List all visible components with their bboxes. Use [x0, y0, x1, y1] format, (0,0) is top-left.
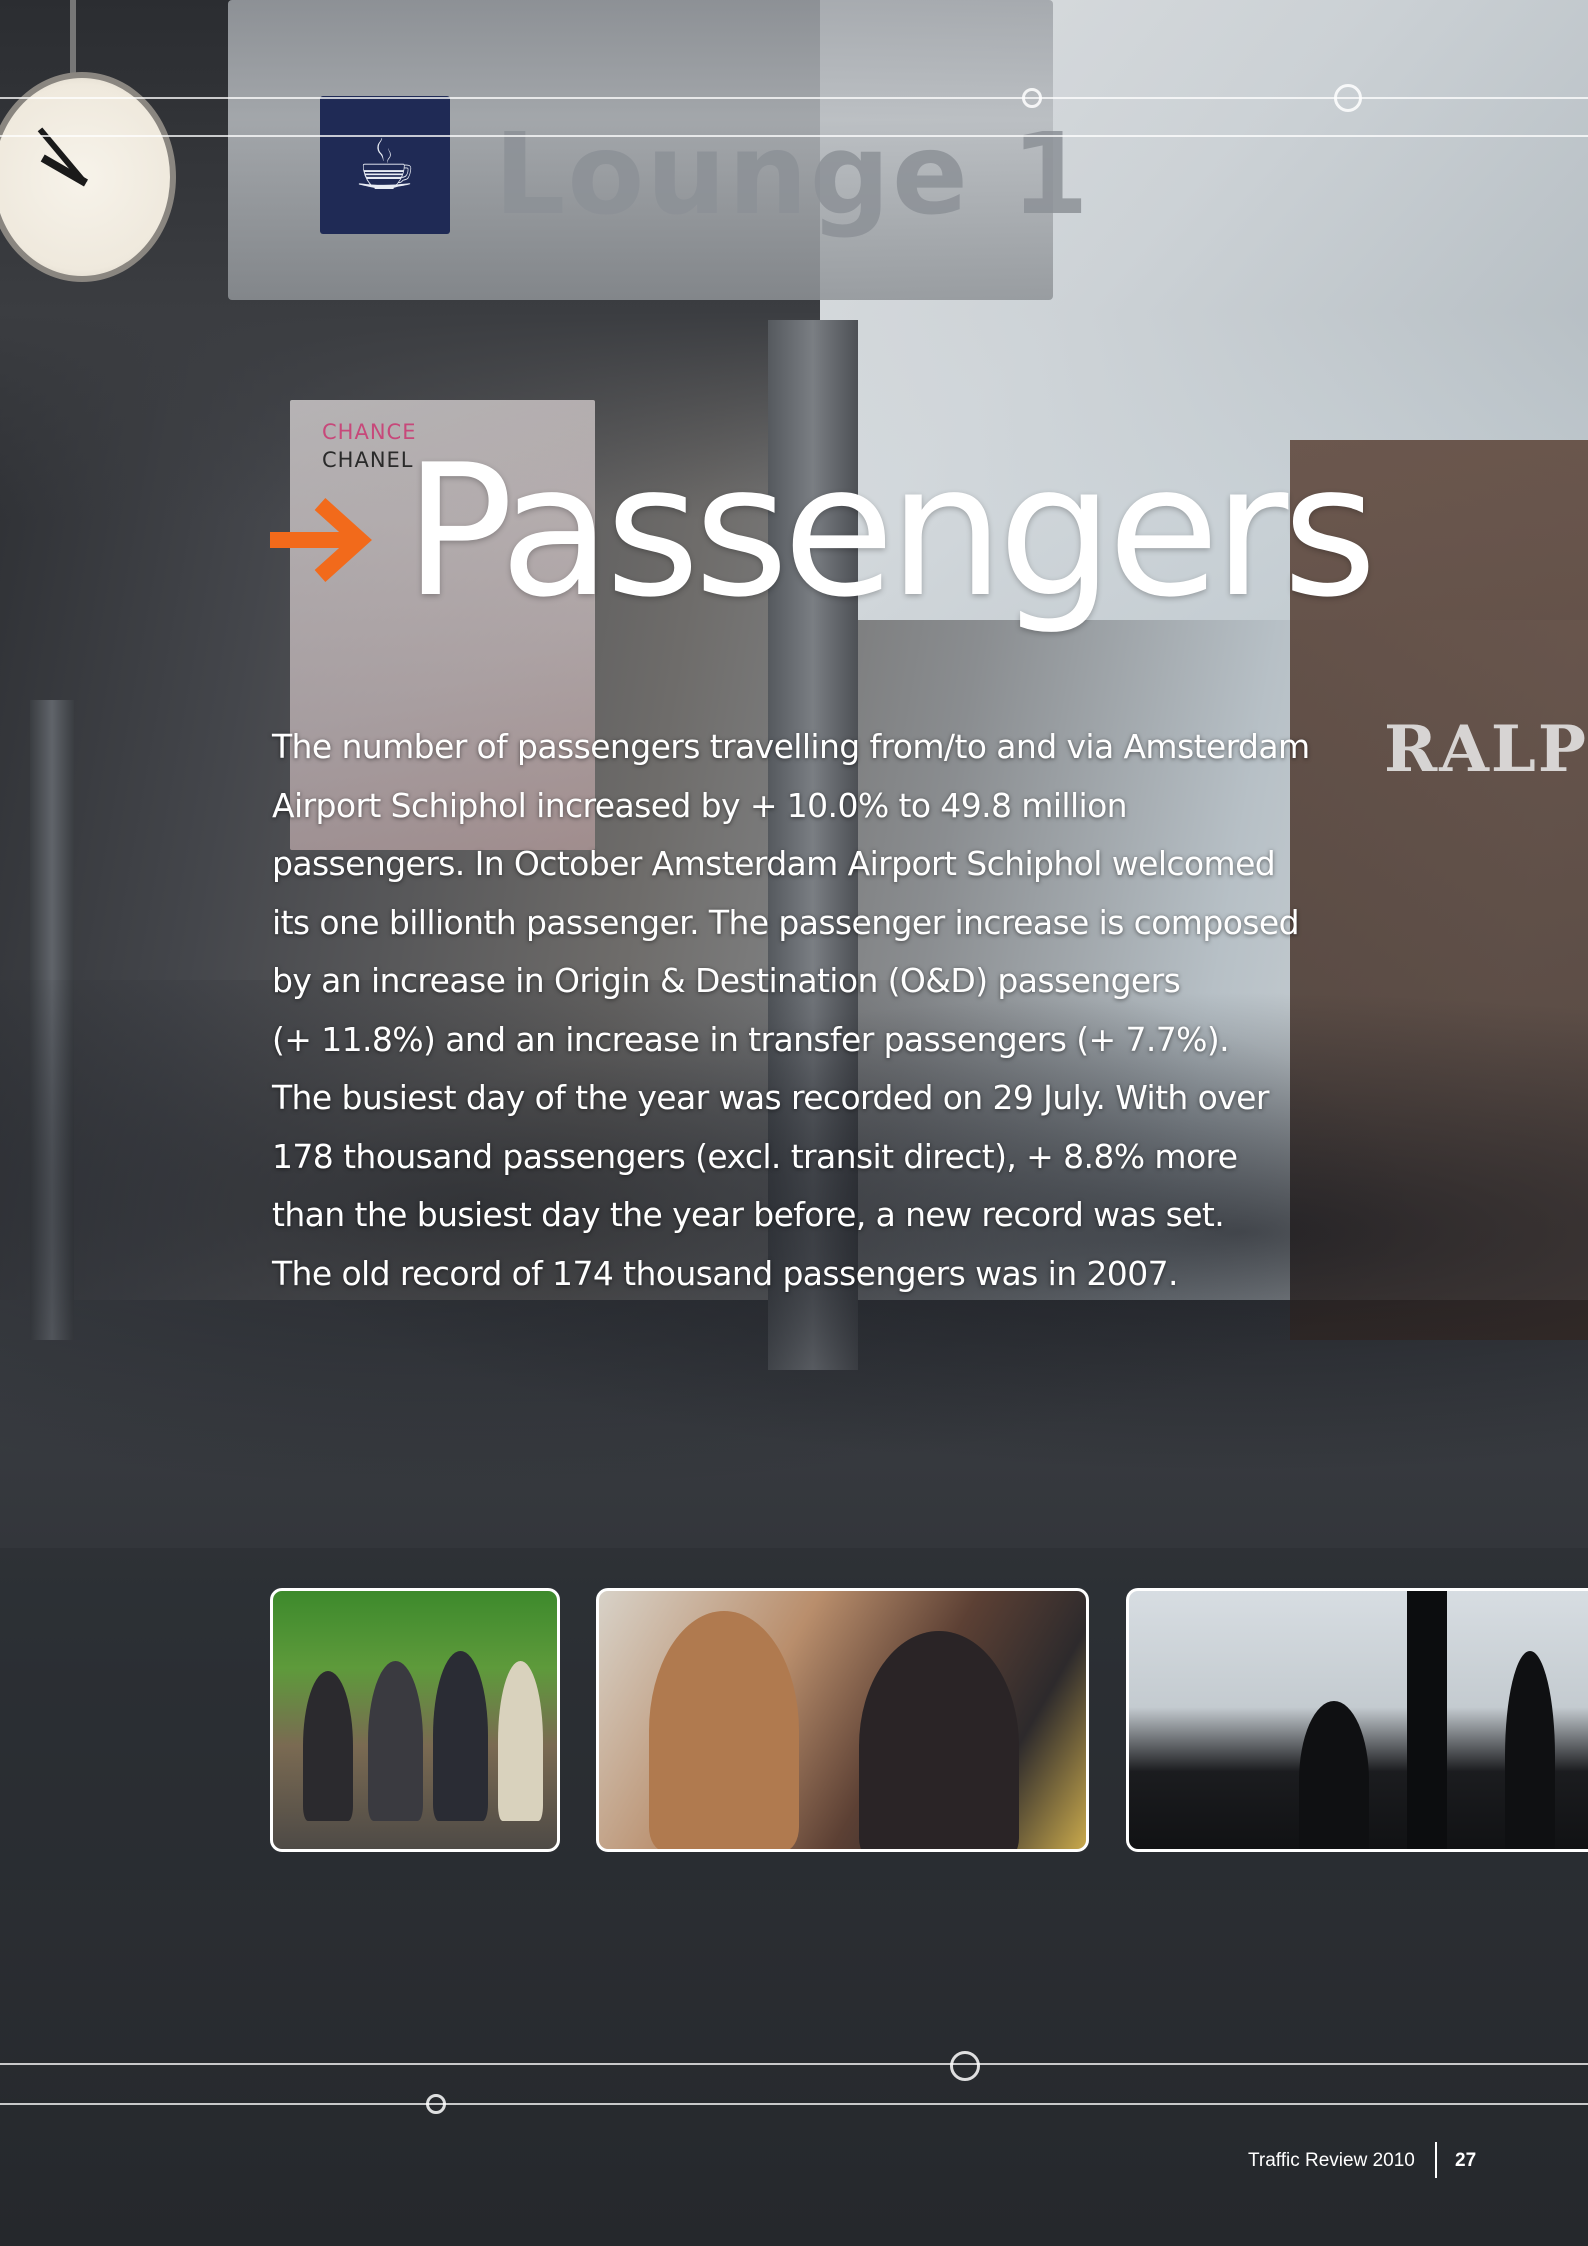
page: ☕ Lounge 1 CHANCE CHANEL RALPH Passenger… — [0, 0, 1588, 2246]
footer-publication: Traffic Review 2010 — [1248, 2150, 1415, 2171]
passengers-seated-photo — [270, 1588, 560, 1852]
decorative-ring-small-bottom — [426, 2094, 446, 2114]
poster-brand-top: CHANCE — [322, 420, 417, 444]
decorative-ring-large-top — [1334, 84, 1362, 112]
lounge-sign-text: Lounge 1 — [494, 110, 1091, 240]
photo-figure — [303, 1671, 353, 1821]
photo-figure — [433, 1651, 488, 1821]
decorative-ring-small-top — [1022, 88, 1042, 108]
body-line: by an increase in Origin & Destination (… — [272, 961, 1181, 1000]
poster-brand-bottom: CHANEL — [322, 448, 414, 472]
body-line: than the busiest day the year before, a … — [272, 1195, 1225, 1234]
photo-figure — [498, 1661, 543, 1821]
body-line: (+ 11.8%) and an increase in transfer pa… — [272, 1019, 1230, 1059]
body-line: The busiest day of the year was recorded… — [272, 1078, 1269, 1117]
arrow-right-shape — [270, 498, 372, 582]
photo-figure — [859, 1631, 1019, 1849]
body-line: Airport Schiphol increased by + 10.0% to… — [272, 785, 1128, 825]
body-line: passengers. In October Amsterdam Airport… — [272, 844, 1276, 883]
body-line: The old record of 174 thousand passenger… — [272, 1253, 1178, 1293]
page-number: 27 — [1455, 2150, 1477, 2171]
body-line: The number of passengers travelling from… — [272, 727, 1310, 766]
photo-figure — [368, 1661, 423, 1821]
photo-figure — [1505, 1651, 1555, 1849]
decorative-ring-large-bottom — [950, 2051, 980, 2081]
decorative-line-bottom-1 — [0, 2063, 1588, 2065]
departure-gate-silhouette-photo — [1126, 1588, 1588, 1852]
body-line: its one billionth passenger. The passeng… — [272, 902, 1300, 942]
footer-separator — [1435, 2142, 1437, 2178]
decorative-line-top-2 — [0, 135, 1588, 137]
clock-rod — [70, 0, 76, 76]
lounge-pictogram-icon: ☕ — [320, 96, 450, 234]
body-line: 178 thousand passengers (excl. transit d… — [272, 1136, 1238, 1176]
arrow-right-icon — [270, 498, 372, 582]
shop-sign-text: RALPH — [1384, 712, 1588, 787]
photo-figure — [649, 1611, 799, 1849]
shopping-counter-photo — [596, 1588, 1089, 1852]
decorative-line-bottom-2 — [0, 2103, 1588, 2105]
body-paragraph: The number of passengers travelling from… — [272, 718, 1372, 1303]
page-title: Passengers — [404, 425, 1377, 637]
photo-figure — [1299, 1701, 1369, 1849]
photo-window-frame — [1407, 1591, 1447, 1849]
